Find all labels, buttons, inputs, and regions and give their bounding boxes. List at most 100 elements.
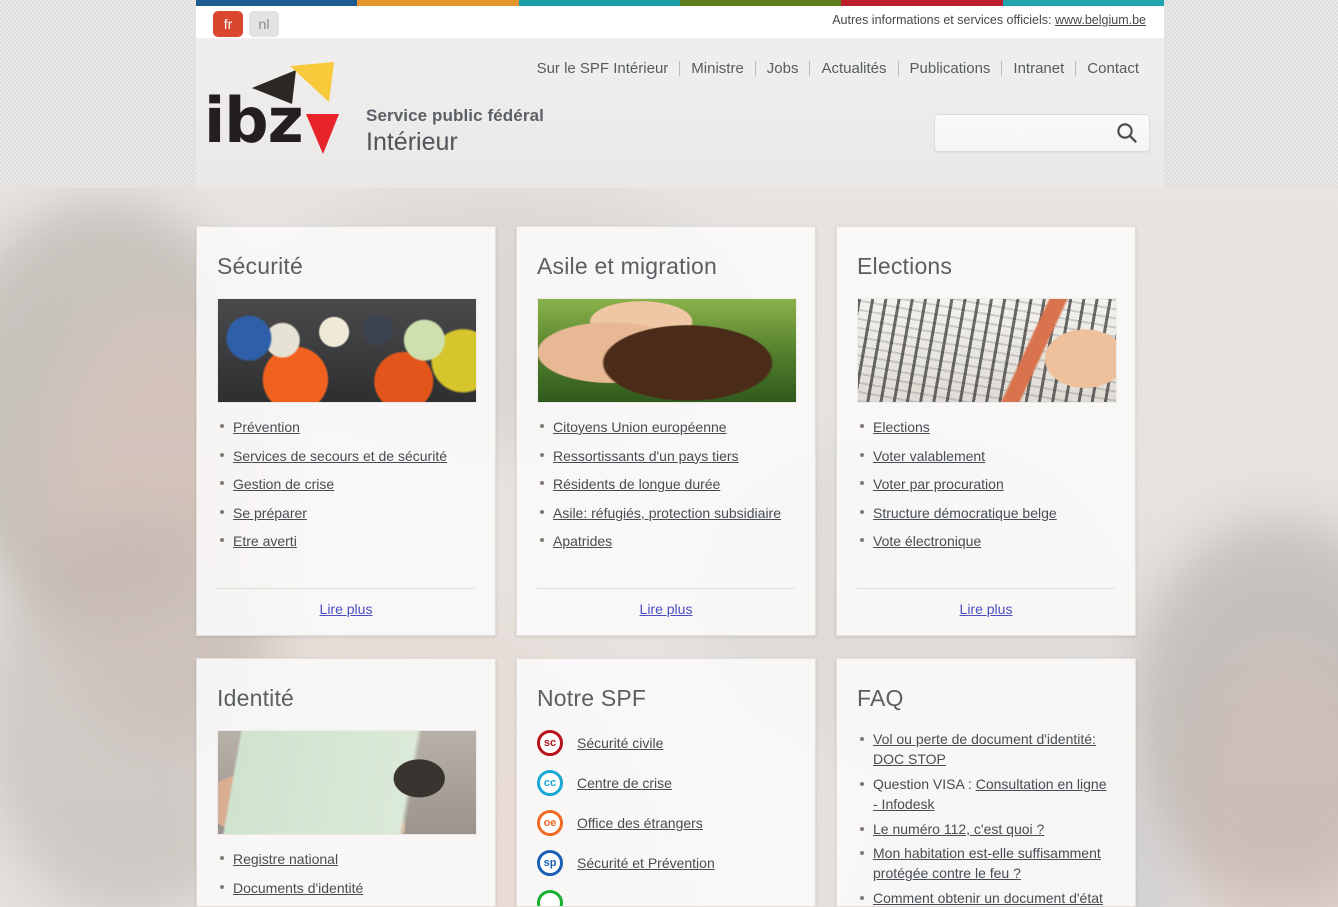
- card-title: Elections: [857, 253, 953, 279]
- org-badge-icon: cc: [537, 770, 563, 796]
- list-item: Résidents de longue durée: [537, 474, 795, 496]
- site-logo[interactable]: ibz Service public fédéral Intérieur: [204, 58, 744, 158]
- search-button[interactable]: [1111, 120, 1143, 148]
- card-identite: Identité Registre national Documents d'id…: [196, 658, 496, 907]
- list-item: Elections: [857, 417, 1115, 439]
- org-link-sc[interactable]: Sécurité civile: [577, 735, 663, 751]
- list-item: sc Sécurité civile: [537, 730, 795, 756]
- securite-link-1[interactable]: Services de secours et de sécurité: [233, 448, 447, 464]
- nav-item-publications[interactable]: Publications: [899, 60, 1002, 77]
- org-link-oe[interactable]: Office des étrangers: [577, 815, 703, 831]
- list-item: Prévention: [217, 417, 475, 439]
- elections-link-3[interactable]: Structure démocratique belge: [873, 505, 1057, 521]
- faq-link-3[interactable]: Mon habitation est-elle suffisamment pro…: [873, 845, 1101, 881]
- read-more-link-securite[interactable]: Lire plus: [320, 601, 373, 617]
- page-edge-right: [1164, 0, 1338, 188]
- site-title-line2: Intérieur: [366, 128, 458, 156]
- asile-migration-link-3[interactable]: Asile: réfugiés, protection subsidiaire: [553, 505, 781, 521]
- list-item: [537, 890, 795, 906]
- card-image-identite: [217, 730, 477, 835]
- elections-link-4[interactable]: Vote électronique: [873, 533, 981, 549]
- faq-list: Vol ou perte de document d'identité: DOC…: [857, 730, 1115, 906]
- card-image-securite: [217, 298, 477, 403]
- official-services-notice: Autres informations et services officiel…: [832, 13, 1146, 27]
- card-notre-spf: Notre SPF sc Sécurité civile cc Centre de c…: [516, 658, 816, 907]
- nav-item-contact[interactable]: Contact: [1076, 60, 1150, 77]
- list-item: Etre averti: [217, 531, 475, 553]
- faq-link-0[interactable]: Vol ou perte de document d'identité: DOC…: [873, 731, 1096, 767]
- identite-link-1[interactable]: Documents d'identité: [233, 880, 363, 896]
- nav-item-jobs[interactable]: Jobs: [756, 60, 810, 77]
- read-more-row: Lire plus: [217, 588, 475, 619]
- search-icon: [1117, 122, 1137, 143]
- read-more-row: Lire plus: [537, 588, 795, 619]
- list-item: sp Sécurité et Prévention: [537, 850, 795, 876]
- read-more-link-elections[interactable]: Lire plus: [960, 601, 1013, 617]
- card-link-list: Prévention Services de secours et de sécu…: [217, 417, 475, 560]
- list-item: oe Office des étrangers: [537, 810, 795, 836]
- site-title-line1: Service public fédéral: [366, 106, 544, 125]
- asile-migration-link-2[interactable]: Résidents de longue durée: [553, 476, 720, 492]
- page-edge-left: [0, 0, 196, 188]
- list-item: Asile: réfugiés, protection subsidiaire: [537, 503, 795, 525]
- language-and-official-bar: fr nl Autres informations et services of…: [196, 6, 1164, 38]
- card-link-list: Citoyens Union européenne Ressortissants …: [537, 417, 795, 560]
- list-item: Vote électronique: [857, 531, 1115, 553]
- list-item: Question VISA : Consultation en ligne - …: [857, 775, 1115, 815]
- read-more-link-asile[interactable]: Lire plus: [640, 601, 693, 617]
- card-image-elections: [857, 298, 1117, 403]
- securite-link-0[interactable]: Prévention: [233, 419, 300, 435]
- identite-link-0[interactable]: Registre national: [233, 851, 338, 867]
- belgium-be-link[interactable]: www.belgium.be: [1055, 13, 1146, 27]
- card-title: FAQ: [857, 685, 904, 711]
- list-item: Services de secours et de sécurité: [217, 446, 475, 468]
- card-elections: Elections Elections Voter valablement Vote…: [836, 226, 1136, 636]
- faq-link-4[interactable]: Comment obtenir un document d'état: [873, 890, 1103, 906]
- faq-link-2[interactable]: Le numéro 112, c'est quoi ?: [873, 821, 1044, 837]
- official-services-text: Autres informations et services officiel…: [832, 13, 1052, 27]
- elections-link-2[interactable]: Voter par procuration: [873, 476, 1004, 492]
- card-title: Sécurité: [217, 253, 303, 279]
- list-item: Voter valablement: [857, 446, 1115, 468]
- list-item: Vol ou perte de document d'identité: DOC…: [857, 730, 1115, 770]
- elections-link-0[interactable]: Elections: [873, 419, 930, 435]
- card-title: Notre SPF: [537, 685, 647, 711]
- language-switch-nl[interactable]: nl: [249, 11, 279, 37]
- securite-link-2[interactable]: Gestion de crise: [233, 476, 334, 492]
- asile-migration-link-4[interactable]: Apatrides: [553, 533, 612, 549]
- nav-item-intranet[interactable]: Intranet: [1002, 60, 1075, 77]
- org-badge-icon: sc: [537, 730, 563, 756]
- list-item: Structure démocratique belge: [857, 503, 1115, 525]
- list-item: Citoyens Union européenne: [537, 417, 795, 439]
- card-securite: Sécurité Prévention Services de secours e…: [196, 226, 496, 636]
- elections-link-1[interactable]: Voter valablement: [873, 448, 985, 464]
- asile-migration-link-0[interactable]: Citoyens Union européenne: [553, 419, 727, 435]
- organisation-list: sc Sécurité civile cc Centre de crise oe Offi…: [537, 730, 795, 906]
- site-header: fr nl Autres informations et services of…: [0, 0, 1338, 188]
- card-image-asile: [537, 298, 797, 403]
- card-title: Asile et migration: [537, 253, 718, 279]
- language-switch-fr[interactable]: fr: [213, 11, 243, 37]
- list-item: Se préparer: [217, 503, 475, 525]
- card-link-list: Elections Voter valablement Voter par proc…: [857, 417, 1115, 560]
- list-item: Le numéro 112, c'est quoi ?: [857, 820, 1115, 840]
- card-title: Identité: [217, 685, 295, 711]
- search-box[interactable]: [934, 114, 1150, 152]
- faq-item-prefix: Question VISA :: [873, 775, 976, 792]
- list-item: Comment obtenir un document d'état: [857, 889, 1115, 906]
- list-item: Voter par procuration: [857, 474, 1115, 496]
- card-faq: FAQ Vol ou perte de document d'identité:…: [836, 658, 1136, 907]
- list-item: Documents d'identité: [217, 878, 475, 900]
- securite-link-4[interactable]: Etre averti: [233, 533, 297, 549]
- list-item: Ressortissants d'un pays tiers: [537, 446, 795, 468]
- nav-item-actualit-s[interactable]: Actualités: [810, 60, 897, 77]
- org-link-sp[interactable]: Sécurité et Prévention: [577, 855, 715, 871]
- list-item: Gestion de crise: [217, 474, 475, 496]
- securite-link-3[interactable]: Se préparer: [233, 505, 307, 521]
- org-badge-icon: oe: [537, 810, 563, 836]
- asile-migration-link-1[interactable]: Ressortissants d'un pays tiers: [553, 448, 739, 464]
- search-input[interactable]: [943, 115, 1103, 151]
- org-badge-icon: sp: [537, 850, 563, 876]
- org-link-cc[interactable]: Centre de crise: [577, 775, 672, 791]
- card-asile-migration: Asile et migration Citoyens Union europé…: [516, 226, 816, 636]
